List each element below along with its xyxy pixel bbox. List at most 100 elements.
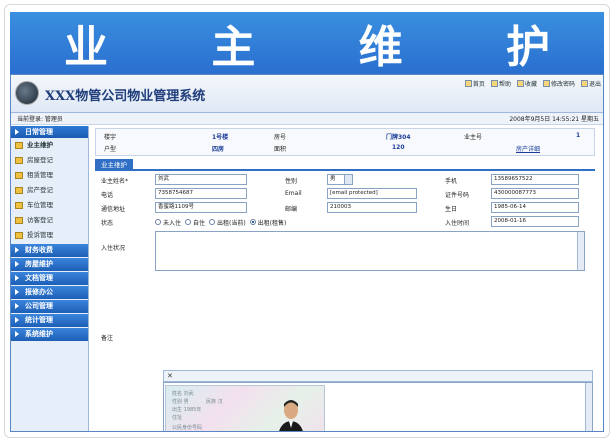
group-label: 系统维护 — [25, 330, 53, 338]
group-label: 统计管理 — [25, 316, 53, 324]
status-label: 状态 — [101, 220, 114, 227]
expand-arrow-icon — [15, 331, 19, 337]
status-radio[interactable] — [185, 219, 192, 225]
photo-text: 姓名 刘武 — [172, 391, 194, 397]
toolbar-home[interactable]: 首页 — [464, 79, 485, 88]
address-field[interactable]: 香蜜路1109号 — [155, 202, 247, 213]
sidebar-item-owner[interactable]: 业主维护 — [11, 138, 88, 153]
phone-field[interactable]: 7358754687 — [155, 188, 247, 199]
status-radio[interactable] — [155, 219, 161, 225]
sidebar-item-complaint[interactable]: 投诉管理 — [11, 228, 88, 243]
system-name: XXX物管公司物业管理系统 — [45, 89, 206, 104]
datetime: 2008年9月5日 14:55:21 星期五 — [509, 116, 599, 123]
expand-arrow-icon — [15, 303, 19, 309]
id-card-photo: 姓名 刘武 性别 男 民族 汉 出生 1985年 住址 公民身份号码 — [165, 385, 325, 431]
status-radio[interactable] — [209, 219, 216, 225]
info-label: 房号 — [274, 134, 287, 141]
sidebar-group[interactable]: 房屋维护 — [11, 258, 88, 271]
remarks-label: 入住状况 — [101, 245, 126, 252]
zip-label: 邮编 — [285, 206, 298, 213]
home-icon — [464, 80, 472, 87]
sidebar-item-property[interactable]: 房产登记 — [11, 183, 88, 198]
portrait-icon — [279, 400, 303, 431]
gender-select[interactable]: 男 — [327, 174, 353, 185]
folder-icon — [15, 172, 23, 179]
sidebar-item-label: 投诉管理 — [27, 231, 53, 239]
folder-icon — [15, 142, 23, 149]
address-label: 通信地址 — [101, 206, 126, 213]
info-value: 门牌304 — [386, 134, 411, 141]
sidebar-head[interactable]: 日常管理 — [11, 126, 88, 138]
expand-arrow-icon — [15, 317, 19, 323]
sidebar-group[interactable]: 文档管理 — [11, 272, 88, 285]
banner: 业 主 维 护 — [10, 12, 604, 74]
status-radio-selected[interactable] — [249, 219, 256, 225]
status-radio-group: 未入住 自住 出租(当前) 出租(租售) — [151, 216, 286, 228]
info-label: 业主号 — [464, 134, 483, 141]
photo-text: 出生 1985年 — [172, 407, 202, 413]
gender-label: 性别 — [285, 178, 298, 185]
sidebar-item-label: 业主维护 — [27, 141, 53, 149]
gender-value: 男 — [330, 176, 336, 182]
checkin-label: 入住时间 — [445, 220, 470, 227]
toolbar-help[interactable]: 帮助 — [490, 79, 511, 88]
idcard-field[interactable]: 430000087773 — [491, 188, 579, 199]
sidebar-item-house[interactable]: 房屋登记 — [11, 153, 88, 168]
sidebar-group[interactable]: 财务收费 — [11, 244, 88, 257]
close-icon[interactable]: ✕ — [167, 372, 173, 380]
toolbar-favorite[interactable]: 收藏 — [516, 79, 537, 88]
folder-icon — [15, 232, 23, 239]
sidebar-group[interactable]: 报修办公 — [11, 286, 88, 299]
birth-field[interactable]: 1985-06-14 — [491, 202, 579, 213]
folder-icon — [15, 187, 23, 194]
sidebar-item-visitor[interactable]: 访客登记 — [11, 213, 88, 228]
zip-field[interactable]: 210003 — [327, 202, 417, 213]
sidebar-head-label: 日常管理 — [25, 128, 53, 136]
folder-icon — [15, 217, 23, 224]
toolbar-password[interactable]: 修改密码 — [542, 79, 575, 88]
toolbar-label: 退出 — [588, 81, 601, 88]
tab-owner-maintenance[interactable]: 业主维护 — [95, 159, 133, 171]
expand-arrow-icon — [15, 289, 19, 295]
sidebar-group[interactable]: 公司管理 — [11, 300, 88, 313]
status-option: 未入住 — [163, 219, 182, 227]
status-option: 自住 — [193, 219, 206, 227]
info-label: 户型 — [104, 146, 117, 153]
mobile-label: 手机 — [445, 178, 458, 185]
name-field[interactable]: 刘武 — [155, 174, 247, 185]
exit-icon — [580, 80, 588, 87]
sidebar-item-label: 租赁管理 — [27, 171, 53, 179]
sidebar-item-parking[interactable]: 车位管理 — [11, 198, 88, 213]
scrollbar[interactable] — [577, 232, 584, 270]
attachment-toolbar: ✕ — [163, 370, 593, 382]
scrollbar[interactable] — [585, 383, 592, 431]
app-header: XXX物管公司物业管理系统 首页 帮助 收藏 修改密码 退出 — [11, 75, 603, 113]
email-field[interactable]: [email protected] — [327, 188, 417, 199]
idcard-label: 证件号码 — [445, 192, 470, 199]
checkin-field[interactable]: 2008-01-16 — [491, 216, 579, 227]
mobile-field[interactable]: 13589657522 — [491, 174, 579, 185]
sidebar-group[interactable]: 统计管理 — [11, 314, 88, 327]
chevron-down-icon — [344, 175, 352, 184]
group-label: 报修办公 — [25, 288, 53, 296]
main-panel: 楼宇 1号楼 房号 门牌304 业主号 1 户型 四房 面积 120 房产详细 … — [91, 126, 603, 431]
property-detail-link[interactable]: 房产详细 — [516, 144, 540, 153]
group-label: 财务收费 — [25, 246, 53, 254]
expand-arrow-icon — [15, 247, 19, 253]
info-value: 1号楼 — [212, 134, 229, 141]
status-option: 出租(租售) — [257, 219, 287, 227]
property-info: 楼宇 1号楼 房号 门牌304 业主号 1 户型 四房 面积 120 房产详细 — [95, 128, 595, 156]
status-option: 出租(当前) — [217, 219, 246, 227]
collapse-arrow-icon — [15, 129, 19, 135]
banner-title: 业 主 维 护 — [64, 22, 594, 73]
tab-bar: 业主维护 — [95, 159, 595, 171]
remarks-textarea[interactable] — [155, 231, 585, 271]
name-label: 业主姓名* — [101, 178, 129, 185]
email-label: Email — [285, 190, 302, 197]
photo-text: 民族 汉 — [206, 399, 223, 405]
info-value: 1 — [576, 132, 581, 139]
sidebar: 日常管理 业主维护 房屋登记 租赁管理 房产登记 车位管理 访客登记 投诉管理 … — [11, 126, 89, 431]
toolbar-exit[interactable]: 退出 — [580, 79, 601, 88]
sidebar-item-lease[interactable]: 租赁管理 — [11, 168, 88, 183]
sidebar-group[interactable]: 系统维护 — [11, 328, 88, 341]
